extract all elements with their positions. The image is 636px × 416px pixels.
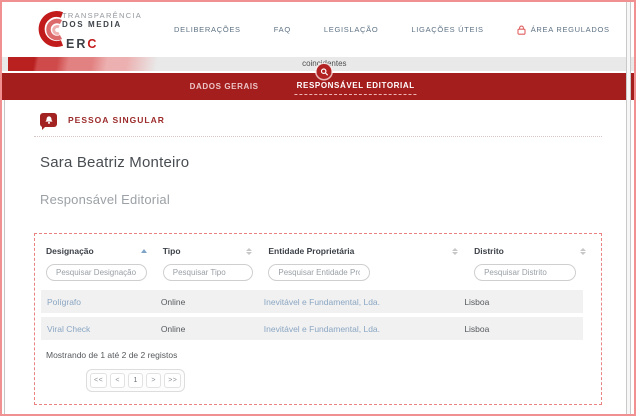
section-tabbar: DADOS GERAIS RESPONSÁVEL EDITORIAL bbox=[2, 73, 634, 100]
pagination-last-button[interactable]: >> bbox=[164, 373, 181, 388]
site-header: TRANSPARÊNCIA DOS MEDIA ERC DELIBERAÇÕES… bbox=[2, 2, 634, 57]
row-distrito: Lisboa bbox=[458, 290, 583, 313]
results-summary: Mostrando de 1 até 2 de 2 registos bbox=[46, 349, 196, 362]
page-title: Sara Beatriz Monteiro bbox=[40, 154, 602, 171]
nav-deliberacoes[interactable]: DELIBERAÇÕES bbox=[174, 25, 241, 34]
row-designacao-link[interactable]: Viral Check bbox=[47, 324, 90, 334]
column-header-tipo[interactable]: Tipo bbox=[157, 242, 263, 259]
table-header-row: Designação Tipo Entidade Proprietária Di… bbox=[40, 242, 596, 259]
row-distrito: Lisboa bbox=[458, 317, 583, 340]
filter-distrito-input[interactable] bbox=[474, 264, 576, 281]
filter-entidade-input[interactable] bbox=[268, 264, 370, 281]
tab-responsavel-editorial[interactable]: RESPONSÁVEL EDITORIAL bbox=[295, 78, 417, 95]
row-entidade-link[interactable]: Inevitável e Fundamental, Lda. bbox=[264, 297, 380, 307]
search-icon bbox=[320, 68, 328, 76]
column-label: Entidade Proprietária bbox=[268, 246, 354, 256]
column-label: Distrito bbox=[474, 246, 504, 256]
pagination-page-1-button[interactable]: 1 bbox=[128, 373, 143, 388]
table-row: Polígrafo Online Inevitável e Fundamenta… bbox=[41, 290, 583, 313]
pagination: << < 1 > >> bbox=[86, 369, 185, 392]
filter-designacao-input[interactable] bbox=[46, 264, 147, 281]
lock-icon bbox=[517, 25, 526, 35]
app-window: TRANSPARÊNCIA DOS MEDIA ERC DELIBERAÇÕES… bbox=[0, 0, 636, 416]
logo-line-transparencia: TRANSPARÊNCIA bbox=[62, 11, 142, 20]
sort-neutral-icon bbox=[246, 248, 252, 255]
column-header-designacao[interactable]: Designação bbox=[40, 242, 157, 259]
nav-area-regulados[interactable]: ÁREA REGULADOS bbox=[517, 25, 610, 35]
row-entidade-link[interactable]: Inevitável e Fundamental, Lda. bbox=[264, 324, 380, 334]
nav-area-regulados-label: ÁREA REGULADOS bbox=[531, 25, 610, 34]
row-designacao-link[interactable]: Polígrafo bbox=[47, 297, 81, 307]
table-row: Viral Check Online Inevitável e Fundamen… bbox=[41, 317, 583, 340]
column-label: Designação bbox=[46, 246, 94, 256]
pagination-prev-button[interactable]: < bbox=[110, 373, 125, 388]
logo-erc-text: ERC bbox=[66, 37, 98, 51]
sort-neutral-icon bbox=[452, 248, 458, 255]
column-header-distrito[interactable]: Distrito bbox=[468, 242, 596, 259]
filter-tipo-input[interactable] bbox=[163, 264, 253, 281]
search-button[interactable] bbox=[317, 64, 332, 79]
tab-dados-gerais[interactable]: DADOS GERAIS bbox=[188, 79, 261, 95]
logo-line-dos-media: DOS MEDIA bbox=[62, 20, 142, 30]
pagination-next-button[interactable]: > bbox=[146, 373, 161, 388]
row-tipo: Online bbox=[155, 290, 258, 313]
nav-faq[interactable]: FAQ bbox=[274, 25, 291, 34]
person-bell-badge-icon bbox=[40, 113, 57, 127]
main-content: PESSOA SINGULAR Sara Beatriz Monteiro Re… bbox=[2, 113, 634, 405]
tabs-group: DADOS GERAIS RESPONSÁVEL EDITORIAL bbox=[188, 73, 417, 100]
pagination-first-button[interactable]: << bbox=[90, 373, 107, 388]
column-header-entidade-proprietaria[interactable]: Entidade Proprietária bbox=[262, 242, 468, 259]
main-navigation: DELIBERAÇÕES FAQ LEGISLAÇÃO LIGAÇÕES ÚTE… bbox=[174, 25, 610, 35]
logo-erc-c: C bbox=[87, 37, 98, 51]
table-filter-row bbox=[40, 259, 596, 290]
section-subtitle: Responsável Editorial bbox=[40, 192, 602, 207]
sort-neutral-icon bbox=[580, 248, 586, 255]
entity-type-label: PESSOA SINGULAR bbox=[68, 115, 165, 125]
vertical-scrollbar[interactable] bbox=[626, 2, 631, 414]
logo-erc-er: ER bbox=[66, 37, 87, 51]
nav-legislacao[interactable]: LEGISLAÇÃO bbox=[324, 25, 379, 34]
row-tipo: Online bbox=[155, 317, 258, 340]
entity-type-row: PESSOA SINGULAR bbox=[34, 113, 602, 137]
column-label: Tipo bbox=[163, 246, 181, 256]
results-table: Designação Tipo Entidade Proprietária Di… bbox=[34, 233, 602, 405]
erc-logo[interactable]: TRANSPARÊNCIA DOS MEDIA ERC bbox=[36, 7, 174, 53]
sort-ascending-icon bbox=[141, 249, 147, 253]
nav-ligacoes-uteis[interactable]: LIGAÇÕES ÚTEIS bbox=[411, 25, 483, 34]
